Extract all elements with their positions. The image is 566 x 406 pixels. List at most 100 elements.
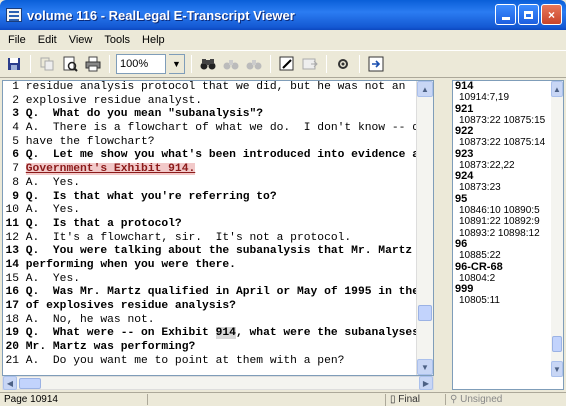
transcript-line: 11 Q. Is that a protocol? xyxy=(3,218,433,232)
index-reference[interactable]: 10885:22 xyxy=(453,250,563,262)
index-entry[interactable]: 922 xyxy=(453,126,563,137)
scroll-thumb[interactable] xyxy=(418,305,432,321)
line-number: 11 xyxy=(5,217,19,230)
index-entry[interactable]: 924 xyxy=(453,171,563,182)
line-text: Q. Let me show you what's been introduce… xyxy=(25,149,426,162)
transcript-horizontal-scrollbar[interactable]: ◀ ▶ xyxy=(2,376,434,390)
line-text: performing when you were there. xyxy=(25,258,236,271)
index-entry[interactable]: 96 xyxy=(453,239,563,250)
line-text: have the flowchart? xyxy=(25,135,155,148)
find-next-icon[interactable] xyxy=(221,54,241,74)
transcript-vertical-scrollbar[interactable]: ▲ ▼ xyxy=(416,81,433,375)
index-entry[interactable]: 96-CR-68 xyxy=(453,261,563,273)
line-text: of explosives residue analysis? xyxy=(25,300,236,312)
app-icon xyxy=(6,8,22,22)
line-text: A. It's a flowchart, sir. It's not a pro… xyxy=(25,231,352,244)
line-text: Q. Is that a protocol? xyxy=(25,217,182,230)
line-text: residue analysis protocol that we did, b… xyxy=(25,81,406,93)
line-number: 18 xyxy=(5,313,19,326)
index-vertical-scrollbar[interactable]: ▲ ▼ xyxy=(551,81,563,377)
print-preview-icon[interactable] xyxy=(60,54,80,74)
close-button[interactable]: × xyxy=(541,4,562,25)
close-icon: × xyxy=(547,7,555,22)
line-text: Q. Was Mr. Martz qualified in April or M… xyxy=(25,286,433,299)
binoculars-icon[interactable] xyxy=(198,54,218,74)
line-number: 7 xyxy=(12,163,19,176)
index-reference[interactable]: 10873:23 xyxy=(453,182,563,194)
line-number: 17 xyxy=(5,300,19,312)
index-entry[interactable]: 923 xyxy=(453,148,563,160)
scroll-left-button[interactable]: ◀ xyxy=(3,376,17,390)
index-reference[interactable]: 10914:7,19 xyxy=(453,92,563,104)
print-icon[interactable] xyxy=(83,54,103,74)
line-text: explosive residue analyst. xyxy=(25,94,203,107)
title-bar[interactable]: volume 116 - RealLegal E-Transcript View… xyxy=(0,0,566,30)
index-entry[interactable]: 914 xyxy=(453,81,563,92)
index-reference[interactable]: 10893:2 10898:12 xyxy=(453,228,563,240)
zoom-select[interactable]: 100% xyxy=(116,54,166,74)
transcript-line: 9 Q. Is that what you're referring to? xyxy=(3,191,433,205)
transcript-line: 16 Q. Was Mr. Martz qualified in April o… xyxy=(3,286,433,300)
export-icon[interactable] xyxy=(300,54,320,74)
scroll-down-button[interactable]: ▼ xyxy=(417,359,433,375)
index-entry[interactable]: 921 xyxy=(453,103,563,115)
copy-icon[interactable] xyxy=(37,54,57,74)
status-final-label: Final xyxy=(398,394,420,405)
word-index-pane[interactable]: 914 10914:7,19 921 10873:22 10875:15 922… xyxy=(452,80,564,390)
scroll-thumb-horizontal[interactable] xyxy=(19,378,41,389)
maximize-icon xyxy=(524,10,533,19)
maximize-button[interactable] xyxy=(518,4,539,25)
minimize-button[interactable] xyxy=(495,4,516,25)
line-number: 5 xyxy=(12,135,19,148)
transcript-line: 12 A. It's a flowchart, sir. It's not a … xyxy=(3,232,433,246)
line-number: 15 xyxy=(5,272,19,285)
transcript-line: 20 Mr. Martz was performing? xyxy=(3,341,433,355)
line-text: Q. You were talking about the subanalysi… xyxy=(25,245,433,258)
index-entry[interactable]: 95 xyxy=(453,193,563,205)
find-prev-icon[interactable] xyxy=(244,54,264,74)
scroll-thumb[interactable] xyxy=(552,336,562,352)
toolbar-separator xyxy=(191,55,192,73)
toolbar-separator xyxy=(30,55,31,73)
scroll-right-button[interactable]: ▶ xyxy=(419,376,433,390)
menu-tools[interactable]: Tools xyxy=(98,34,136,46)
status-unsigned-label: Unsigned xyxy=(460,394,503,405)
settings-icon[interactable] xyxy=(333,54,353,74)
scroll-down-button[interactable]: ▼ xyxy=(551,361,563,377)
line-number: 2 xyxy=(12,94,19,107)
window-title: volume 116 - RealLegal E-Transcript View… xyxy=(27,7,295,23)
window-controls: × xyxy=(495,4,562,25)
transcript-line: 7 Government's Exhibit 914. xyxy=(3,163,433,177)
chevron-down-icon[interactable]: ▼ xyxy=(169,54,185,74)
scroll-up-button[interactable]: ▲ xyxy=(417,81,433,97)
index-reference[interactable]: 10873:22 10875:14 xyxy=(453,137,563,149)
line-number: 1 xyxy=(12,81,19,93)
line-number: 4 xyxy=(12,122,19,135)
content-area: 1 residue analysis protocol that we did,… xyxy=(2,80,564,390)
transcript-line: 10 A. Yes. xyxy=(3,204,433,218)
index-reference[interactable]: 10805:11 xyxy=(453,295,563,307)
index-reference[interactable]: 10891:22 10892:9 xyxy=(453,216,563,228)
line-text: A. Yes. xyxy=(25,272,81,285)
transcript-line: 5 have the flowchart? xyxy=(3,136,433,150)
menu-view[interactable]: View xyxy=(63,34,99,46)
annotate-icon[interactable] xyxy=(277,54,297,74)
transcript-line: 3 Q. What do you mean "subanalysis"? xyxy=(3,108,433,122)
menu-file[interactable]: File xyxy=(2,34,32,46)
exhibit-link[interactable]: Government's Exhibit 914. xyxy=(25,163,196,176)
transcript-pane[interactable]: 1 residue analysis protocol that we did,… xyxy=(2,80,434,376)
search-highlight: 914 xyxy=(215,327,236,340)
line-text-a: Q. What were -- on Exhibit xyxy=(25,327,216,340)
transcript-line: 19 Q. What were -- on Exhibit 914, what … xyxy=(3,327,433,341)
line-text: A. Yes. xyxy=(25,204,81,217)
scroll-up-button[interactable]: ▲ xyxy=(551,81,563,97)
index-reference[interactable]: 10846:10 10890:5 xyxy=(453,205,563,217)
menu-help[interactable]: Help xyxy=(136,34,171,46)
transcript-line: 13 Q. You were talking about the subanal… xyxy=(3,245,433,259)
goto-icon[interactable] xyxy=(366,54,386,74)
index-entry[interactable]: 999 xyxy=(453,284,563,295)
save-icon[interactable] xyxy=(4,54,24,74)
line-number: 13 xyxy=(5,245,19,258)
status-page: Page 10914 xyxy=(0,394,148,405)
menu-edit[interactable]: Edit xyxy=(32,34,63,46)
